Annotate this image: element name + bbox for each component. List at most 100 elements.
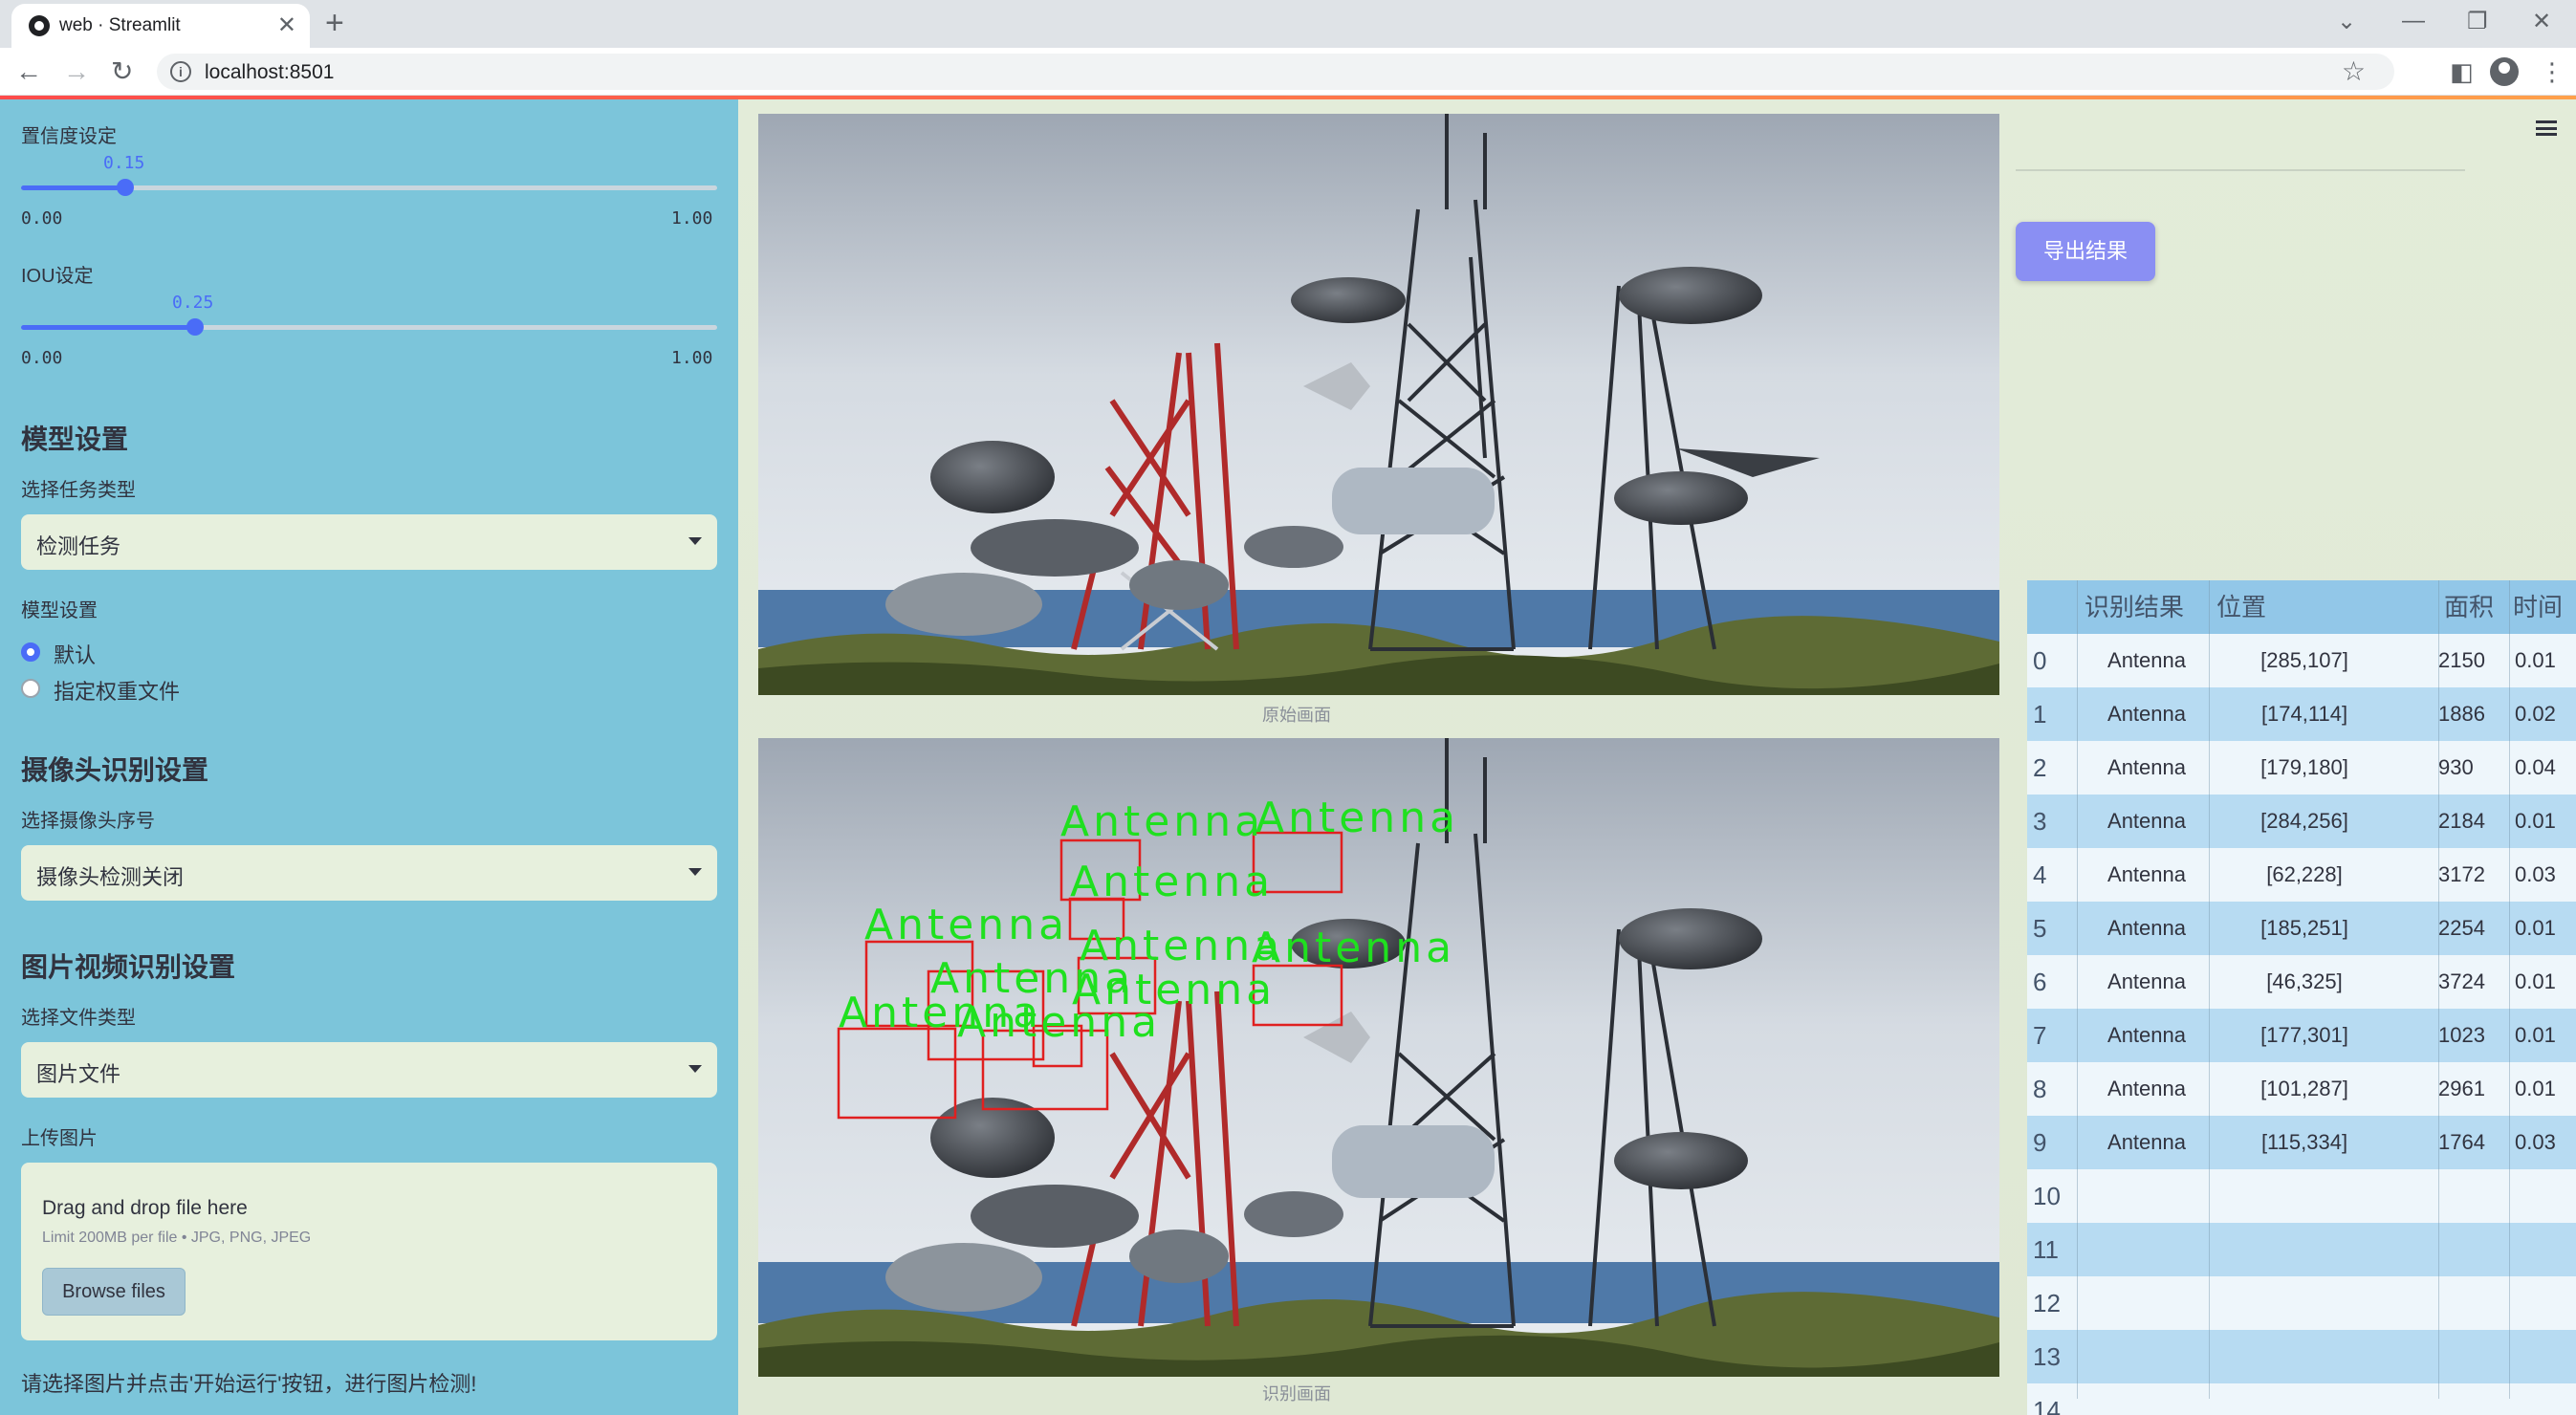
table-cell: 0.04 [2515, 755, 2556, 779]
site-info-icon[interactable]: i [170, 61, 191, 82]
table-header-cell[interactable]: 位置 [2216, 580, 2389, 634]
side-panel-icon[interactable]: ◧ [2450, 57, 2474, 87]
table-header-cell[interactable]: 识别结果 [2085, 580, 2209, 634]
hamburger-menu-icon[interactable] [2536, 120, 2557, 136]
tab-search-chevron-icon[interactable]: ⌄ [2337, 8, 2356, 35]
task-type-select[interactable]: 检测任务 [21, 514, 717, 570]
table-cell [2438, 1169, 2500, 1223]
table-row[interactable]: 1 Antenna [174,114] 1886 0.02 [2027, 687, 2576, 741]
table-row[interactable]: 11 [2027, 1223, 2576, 1276]
table-cell: 1023 [2438, 1023, 2485, 1047]
browser-tab[interactable]: web · Streamlit ✕ [11, 4, 310, 48]
minimize-icon[interactable]: — [2402, 8, 2425, 34]
camera-value: 摄像头检测关闭 [36, 865, 185, 889]
reload-icon[interactable]: ↻ [111, 55, 133, 88]
table-cell: Antenna [2107, 702, 2186, 726]
bookmark-star-icon[interactable]: ☆ [2342, 55, 2366, 87]
confidence-label: 置信度设定 [21, 126, 117, 147]
streamlit-favicon-icon [29, 15, 50, 36]
detection-label: Antenna [1252, 924, 1455, 972]
iou-max: 1.00 [671, 348, 713, 368]
confidence-slider-thumb[interactable] [117, 179, 134, 196]
table-cell: 0.01 [2515, 1023, 2556, 1047]
table-row[interactable]: 3 Antenna [284,256] 2184 0.01 [2027, 795, 2576, 848]
task-type-value: 检测任务 [36, 534, 121, 558]
table-row[interactable]: 5 Antenna [185,251] 2254 0.01 [2027, 902, 2576, 955]
table-row[interactable]: 0 Antenna [285,107] 2150 0.01 [2027, 634, 2576, 687]
table-row[interactable]: 9 Antenna [115,334] 1764 0.03 [2027, 1116, 2576, 1169]
detection-label: Antenna [1255, 794, 1459, 842]
radio-custom-label: 指定权重文件 [54, 680, 181, 704]
table-header-cell[interactable]: 面积 [2444, 580, 2505, 634]
confidence-max: 1.00 [671, 208, 713, 229]
row-index: 13 [2033, 1342, 2061, 1371]
table-cell [2218, 1330, 2390, 1383]
table-cell: 2961 [2438, 1077, 2485, 1100]
iou-slider[interactable] [21, 318, 717, 336]
iou-label: IOU设定 [21, 266, 94, 287]
table-cell: [179,180] [2260, 755, 2348, 779]
iou-min: 0.00 [21, 348, 63, 368]
camera-section-heading: 摄像头识别设置 [21, 755, 209, 785]
row-index: 5 [2033, 914, 2047, 943]
confidence-slider[interactable] [21, 179, 717, 196]
camera-select[interactable]: 摄像头检测关闭 [21, 845, 717, 901]
url-text[interactable]: localhost:8501 [205, 61, 334, 84]
browser-menu-icon[interactable]: ⋮ [2540, 57, 2565, 87]
restore-icon[interactable]: ❐ [2467, 8, 2488, 35]
table-row[interactable]: 13 [2027, 1330, 2576, 1383]
table-cell: Antenna [2107, 809, 2186, 833]
table-row[interactable]: 6 Antenna [46,325] 3724 0.01 [2027, 955, 2576, 1009]
detection-label: Antenna [1070, 858, 1274, 906]
table-cell: Antenna [2107, 1023, 2186, 1047]
table-row[interactable]: 14 [2027, 1383, 2576, 1415]
table-cell: 0.01 [2515, 916, 2556, 940]
address-bar[interactable]: i localhost:8501 ☆ [157, 54, 2394, 90]
table-row[interactable]: 4 Antenna [62,228] 3172 0.03 [2027, 848, 2576, 902]
file-type-value: 图片文件 [36, 1062, 121, 1086]
table-cell [2085, 1223, 2209, 1276]
table-cell [2438, 1330, 2500, 1383]
iou-slider-thumb[interactable] [186, 318, 204, 336]
confidence-slider-fill [21, 185, 125, 190]
column-separator [2438, 580, 2439, 1399]
iou-value: 0.25 [172, 293, 214, 313]
close-tab-icon[interactable]: ✕ [277, 11, 296, 39]
close-window-icon[interactable]: ✕ [2532, 8, 2551, 35]
row-index: 8 [2033, 1075, 2047, 1103]
table-row[interactable]: 10 [2027, 1169, 2576, 1223]
table-cell: 0.03 [2515, 1130, 2556, 1154]
table-cell: 0.01 [2515, 1077, 2556, 1100]
result-image-caption: 识别画面 [1262, 1384, 1331, 1404]
back-icon[interactable]: ← [15, 55, 42, 88]
table-cell [2218, 1169, 2390, 1223]
new-tab-icon[interactable]: + [325, 4, 344, 42]
table-cell: 2184 [2438, 809, 2485, 833]
detection-label: Antenna [864, 901, 1068, 949]
file-dropzone[interactable]: Drag and drop file here Limit 200MB per … [21, 1163, 717, 1340]
table-row[interactable]: 2 Antenna [179,180] 930 0.04 [2027, 741, 2576, 795]
original-image [758, 114, 1999, 695]
confidence-value: 0.15 [103, 153, 145, 173]
browse-files-button[interactable]: Browse files [42, 1268, 186, 1316]
table-cell [2515, 1276, 2576, 1330]
row-index: 10 [2033, 1182, 2061, 1210]
table-row[interactable]: 12 [2027, 1276, 2576, 1330]
table-cell: 0.03 [2515, 862, 2556, 886]
file-type-select[interactable]: 图片文件 [21, 1042, 717, 1098]
export-results-button[interactable]: 导出结果 [2016, 222, 2155, 281]
row-index: 4 [2033, 860, 2047, 889]
table-cell: 930 [2438, 755, 2474, 779]
radio-default-model[interactable] [21, 642, 40, 662]
table-row[interactable]: 7 Antenna [177,301] 1023 0.01 [2027, 1009, 2576, 1062]
tab-title: web · Streamlit [59, 15, 181, 35]
table-cell: 3724 [2438, 969, 2485, 993]
forward-icon[interactable]: → [63, 55, 90, 88]
profile-avatar-icon[interactable] [2490, 57, 2519, 86]
chevron-down-icon [688, 537, 702, 545]
table-header-cell[interactable]: 时间 [2513, 580, 2574, 634]
panel-divider [2016, 169, 2465, 171]
table-row[interactable]: 8 Antenna [101,287] 2961 0.01 [2027, 1062, 2576, 1116]
table-cell: Antenna [2107, 916, 2186, 940]
radio-custom-weights[interactable] [21, 679, 40, 698]
